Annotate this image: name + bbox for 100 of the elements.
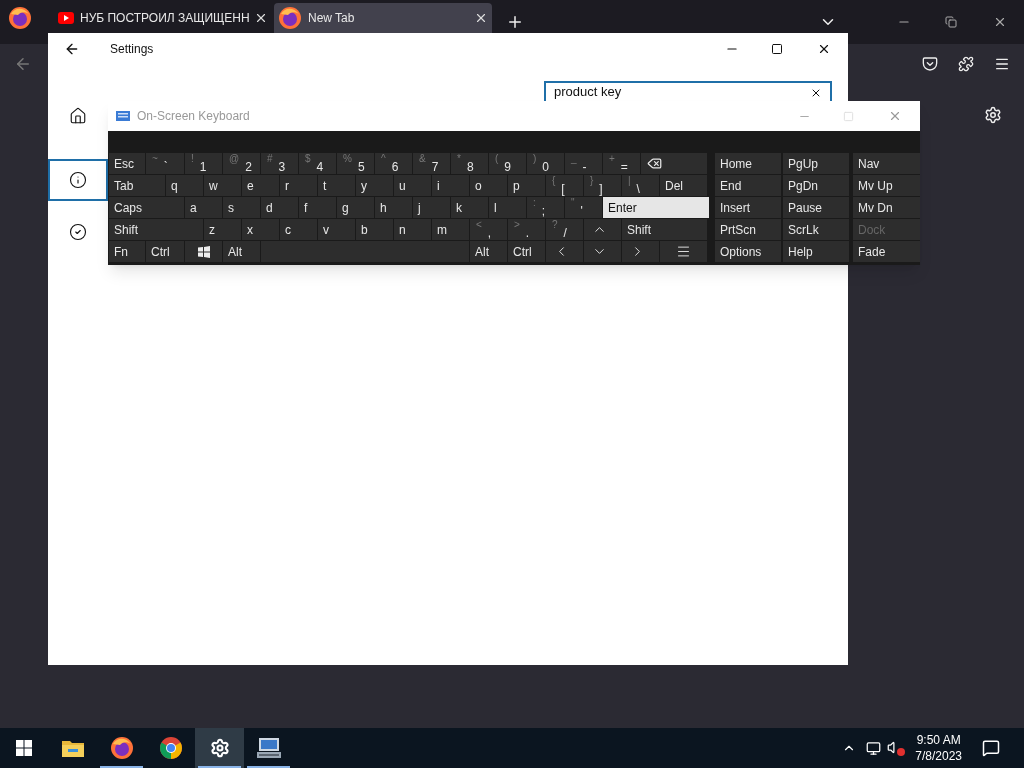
key[interactable]: b — [356, 219, 393, 240]
key[interactable]: $ 4 — [299, 153, 336, 174]
key[interactable]: * 8 — [451, 153, 488, 174]
key[interactable]: ScrLk — [783, 219, 849, 240]
key[interactable]: Nav — [853, 153, 920, 174]
new-tab-icon[interactable] — [506, 13, 524, 31]
windows-icon — [197, 245, 210, 258]
network-icon[interactable] — [866, 740, 882, 756]
key[interactable]: Enter — [603, 197, 709, 218]
key[interactable]: Ctrl — [146, 241, 184, 262]
key[interactable]: r — [280, 175, 317, 196]
key[interactable]: > . — [508, 219, 545, 240]
key[interactable]: PgDn — [783, 175, 849, 196]
key[interactable]: @ 2 — [223, 153, 260, 174]
windows-key[interactable] — [185, 241, 222, 262]
key[interactable]: ) 0 — [527, 153, 564, 174]
pocket-icon[interactable] — [922, 56, 938, 72]
key[interactable]: Help — [783, 241, 849, 262]
key[interactable]: Alt — [223, 241, 260, 262]
key[interactable]: ^ 6 — [375, 153, 412, 174]
key[interactable]: o — [470, 175, 507, 196]
key[interactable]: i — [432, 175, 469, 196]
key[interactable]: e — [242, 175, 279, 196]
key[interactable]: + = — [603, 153, 640, 174]
muted-volume-icon[interactable] — [887, 740, 906, 756]
key[interactable]: Caps — [109, 197, 184, 218]
key[interactable]: l — [489, 197, 526, 218]
key[interactable]: Shift — [622, 219, 707, 240]
key[interactable]: Home — [715, 153, 781, 174]
browser-tab[interactable]: New Tab — [274, 3, 492, 33]
key[interactable]: End — [715, 175, 781, 196]
key[interactable]: v — [318, 219, 355, 240]
settings-icon[interactable] — [984, 106, 1002, 124]
arrow-key[interactable] — [660, 241, 707, 262]
key[interactable]: Mv Dn — [853, 197, 920, 218]
key[interactable]: ( 9 — [489, 153, 526, 174]
key[interactable]: Del — [660, 175, 707, 196]
key[interactable]: Fade — [853, 241, 920, 262]
key[interactable]: < , — [470, 219, 507, 240]
key[interactable]: k — [451, 197, 488, 218]
key[interactable]: Tab — [109, 175, 165, 196]
key[interactable]: j — [413, 197, 450, 218]
key[interactable]: p — [508, 175, 545, 196]
key[interactable]: g — [337, 197, 374, 218]
key[interactable]: t — [318, 175, 355, 196]
key[interactable]: Ctrl — [508, 241, 545, 262]
key[interactable]: n — [394, 219, 431, 240]
nav-item[interactable] — [48, 159, 108, 201]
browser-tab[interactable]: НУБ ПОСТРОИЛ ЗАЩИЩЕНН — [54, 3, 272, 33]
key[interactable]: Esc — [109, 153, 145, 174]
key[interactable]: y — [356, 175, 393, 196]
key[interactable]: z — [204, 219, 241, 240]
key[interactable]: Insert — [715, 197, 781, 218]
key[interactable]: Shift — [109, 219, 203, 240]
key[interactable]: # 3 — [261, 153, 298, 174]
back-icon[interactable] — [64, 41, 80, 57]
key[interactable]: q — [166, 175, 203, 196]
key[interactable]: ~ ` — [146, 153, 184, 174]
clear-icon[interactable] — [810, 87, 822, 99]
shift-symbol: ( — [495, 154, 499, 164]
key[interactable]: s — [223, 197, 260, 218]
key[interactable]: u — [394, 175, 431, 196]
key[interactable]: ! 1 — [185, 153, 222, 174]
key[interactable]: w — [204, 175, 241, 196]
shift-symbol: ^ — [381, 154, 386, 164]
key[interactable]: PgUp — [783, 153, 849, 174]
notifications-icon[interactable] — [982, 739, 1000, 757]
key[interactable]: Fn — [109, 241, 145, 262]
key[interactable]: f — [299, 197, 336, 218]
key[interactable]: _ - — [565, 153, 602, 174]
taskbar-app[interactable] — [195, 728, 244, 768]
menu-icon[interactable] — [994, 56, 1010, 72]
key[interactable]: x — [242, 219, 279, 240]
key[interactable]: c — [280, 219, 317, 240]
key[interactable]: ? / — [546, 219, 583, 240]
key[interactable]: : ; — [527, 197, 564, 218]
key[interactable]: Mv Up — [853, 175, 920, 196]
key[interactable]: % 5 — [337, 153, 374, 174]
key[interactable]: } ] — [584, 175, 621, 196]
key[interactable]: d — [261, 197, 298, 218]
key[interactable]: h — [375, 197, 412, 218]
key[interactable]: Alt — [470, 241, 507, 262]
puzzle-icon[interactable] — [958, 56, 974, 72]
key[interactable]: " ' — [565, 197, 602, 218]
key[interactable]: | \ — [622, 175, 659, 196]
shift-symbol: & — [419, 154, 426, 164]
key[interactable]: Pause — [783, 197, 849, 218]
key[interactable]: m — [432, 219, 469, 240]
maximize-icon[interactable] — [771, 43, 783, 55]
key-label: , — [487, 226, 492, 239]
keyboard-icon — [116, 111, 130, 121]
restore-icon[interactable] — [945, 16, 957, 28]
key[interactable]: a — [185, 197, 222, 218]
key[interactable]: Options — [715, 241, 781, 262]
key[interactable]: PrtScn — [715, 219, 781, 240]
backspace-key[interactable] — [641, 153, 707, 174]
key[interactable]: { [ — [546, 175, 583, 196]
close-icon[interactable] — [993, 15, 1007, 29]
key[interactable]: & 7 — [413, 153, 450, 174]
close-icon[interactable] — [817, 42, 831, 56]
